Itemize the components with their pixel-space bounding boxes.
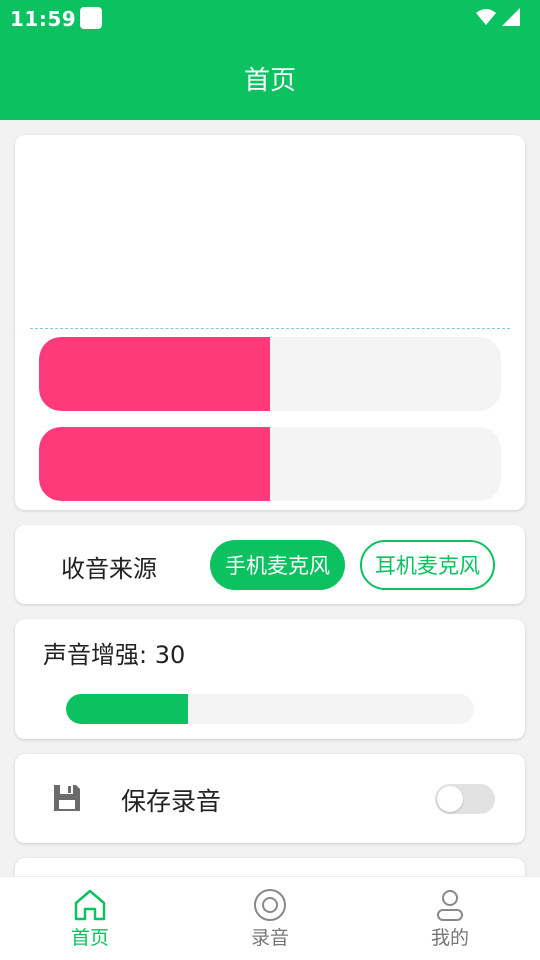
level-meter-fill [39, 337, 270, 411]
toggle-knob [437, 786, 463, 812]
save-recording-label: 保存录音 [121, 787, 222, 816]
page-title: 首页 [243, 65, 296, 96]
nav-item-record[interactable]: 录音 [180, 877, 360, 960]
volume-boost-fill [66, 694, 189, 724]
record-disc-icon [254, 889, 286, 921]
person-icon [437, 890, 463, 921]
volume-boost-label: 声音增强: 30 [43, 641, 186, 669]
status-time: 11:59 [10, 7, 77, 31]
headset-mic-button[interactable]: 耳机麦克风 [360, 540, 495, 590]
nav-item-mine[interactable]: 我的 [360, 877, 540, 960]
save-recording-card: 保存录音 [15, 754, 525, 843]
wifi-icon [476, 9, 496, 25]
notification-square-icon [80, 7, 102, 29]
floppy-disk-icon [54, 785, 80, 811]
save-recording-toggle[interactable] [435, 784, 495, 814]
phone-mic-button[interactable]: 手机麦克风 [210, 540, 345, 590]
signal-icon [502, 8, 520, 26]
home-icon [74, 889, 106, 921]
audio-meter-card [15, 135, 525, 510]
level-meter-bar [39, 337, 501, 411]
volume-boost-card: 声音增强: 30 [15, 619, 525, 739]
app-bar: 首页 [0, 36, 540, 120]
nav-label-record: 录音 [250, 927, 289, 949]
level-meter-fill [39, 427, 270, 501]
volume-boost-slider[interactable] [66, 694, 474, 724]
bottom-navigation: 首页 录音 我的 [0, 876, 540, 960]
audio-source-label: 收音来源 [61, 555, 157, 583]
nav-label-mine: 我的 [430, 927, 469, 949]
audio-source-card: 收音来源 手机麦克风 耳机麦克风 [15, 525, 525, 604]
meter-baseline [30, 328, 510, 329]
level-meter-bar [39, 427, 501, 501]
status-bar: 11:59 [0, 0, 540, 36]
nav-item-home[interactable]: 首页 [0, 877, 180, 960]
nav-label-home: 首页 [70, 927, 109, 949]
